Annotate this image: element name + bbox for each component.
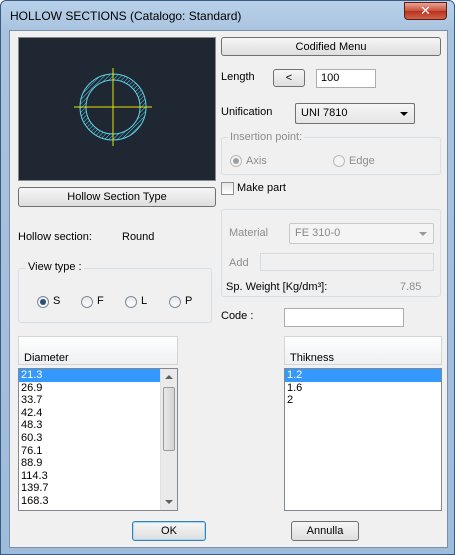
ok-button[interactable]: OK <box>132 521 206 541</box>
diameter-list[interactable]: 21.3 26.9 33.7 42.4 48.3 60.3 76.1 88.9 114.3 139… <box>18 368 178 511</box>
view-type-label: View type : <box>26 261 84 273</box>
unification-select[interactable]: UNI 7810 <box>295 103 415 124</box>
hollow-section-value: Round <box>122 231 155 243</box>
thickness-header: Thikness <box>284 336 442 365</box>
list-item[interactable]: 33.7 <box>19 394 177 407</box>
list-item[interactable]: 139.7 <box>19 482 177 495</box>
length-input[interactable]: 100 <box>316 69 376 88</box>
make-part-checkbox[interactable] <box>221 182 234 195</box>
view-type-s-radio[interactable] <box>37 296 49 308</box>
material-select[interactable]: FE 310-0 <box>289 223 434 244</box>
hollow-section-drawing <box>74 68 152 146</box>
insertion-axis-radio[interactable] <box>230 155 242 167</box>
thickness-header-label: Thikness <box>290 352 335 364</box>
dialog-window: HOLLOW SECTIONS (Catalogo: Standard) ✕ H… <box>0 0 455 555</box>
insertion-edge-radio[interactable] <box>333 155 345 167</box>
diameter-scrollbar[interactable] <box>160 369 177 510</box>
length-label: Length <box>221 71 255 83</box>
list-item[interactable]: 60.3 <box>19 432 177 445</box>
list-item[interactable]: 42.4 <box>19 407 177 420</box>
insertion-edge-label: Edge <box>349 155 375 167</box>
hollow-section-label: Hollow section: <box>18 231 92 243</box>
code-input[interactable] <box>284 308 404 327</box>
view-type-group: View type : S F L P <box>18 261 212 323</box>
dialog-client-area: Hollow Section Type Hollow section: Roun… <box>9 30 448 548</box>
window-title: HOLLOW SECTIONS (Catalogo: Standard) <box>10 9 242 23</box>
add-label: Add <box>229 257 249 269</box>
scroll-down-icon[interactable] <box>165 500 173 504</box>
material-value: FE 310-0 <box>295 227 341 239</box>
insertion-axis-label: Axis <box>246 155 267 167</box>
unification-label: Unification <box>221 106 273 118</box>
view-type-l-radio[interactable] <box>125 296 137 308</box>
list-item[interactable]: 48.3 <box>19 419 177 432</box>
list-item[interactable]: 1.2 <box>285 369 441 382</box>
view-type-l-label: L <box>141 295 148 307</box>
insertion-point-group: Insertion point: Axis Edge <box>221 131 441 175</box>
make-part-label: Make part <box>237 182 286 194</box>
list-item[interactable]: 88.9 <box>19 457 177 470</box>
sp-weight-label: Sp. Weight [Kg/dm³]: <box>226 281 328 293</box>
thickness-list[interactable]: 1.2 1.6 2 <box>284 368 442 511</box>
diameter-items: 21.3 26.9 33.7 42.4 48.3 60.3 76.1 88.9 114.3 139… <box>19 369 177 508</box>
diameter-header: Diameter <box>18 336 178 365</box>
diameter-header-label: Diameter <box>24 352 69 364</box>
codified-menu-button[interactable]: Codified Menu <box>221 37 441 56</box>
close-button[interactable]: ✕ <box>404 2 447 20</box>
list-item[interactable]: 168.3 <box>19 495 177 508</box>
hollow-section-type-button[interactable]: Hollow Section Type <box>18 187 216 207</box>
list-item[interactable]: 114.3 <box>19 470 177 483</box>
list-item[interactable]: 21.3 <box>19 369 177 382</box>
view-type-p-label: P <box>185 295 193 307</box>
list-item[interactable]: 1.6 <box>285 382 441 395</box>
add-input[interactable] <box>260 253 434 271</box>
material-label: Material <box>229 227 269 239</box>
list-item[interactable]: 2 <box>285 394 441 407</box>
scroll-thumb[interactable] <box>163 387 175 451</box>
view-type-p-radio[interactable] <box>169 296 181 308</box>
close-icon: ✕ <box>420 3 431 19</box>
scroll-up-icon[interactable] <box>165 375 173 379</box>
view-type-f-label: F <box>97 295 104 307</box>
view-type-f-radio[interactable] <box>81 296 93 308</box>
title-bar[interactable]: HOLLOW SECTIONS (Catalogo: Standard) ✕ <box>1 1 454 29</box>
chevron-down-icon <box>400 112 408 116</box>
sp-weight-value: 7.85 <box>400 281 422 293</box>
list-item[interactable]: 26.9 <box>19 382 177 395</box>
thickness-items: 1.2 1.6 2 <box>285 369 441 407</box>
cancel-button[interactable]: Annulla <box>291 521 359 541</box>
section-preview <box>18 37 216 181</box>
insertion-point-label: Insertion point: <box>228 131 305 143</box>
list-item[interactable]: 76.1 <box>19 445 177 458</box>
chevron-down-icon <box>419 232 427 236</box>
view-type-s-label: S <box>53 295 61 307</box>
code-label: Code : <box>221 310 254 322</box>
unification-value: UNI 7810 <box>301 107 348 119</box>
material-group: Material FE 310-0 Add Sp. Weight [Kg/dm³… <box>221 209 441 297</box>
length-toggle-button[interactable]: < <box>273 69 305 87</box>
